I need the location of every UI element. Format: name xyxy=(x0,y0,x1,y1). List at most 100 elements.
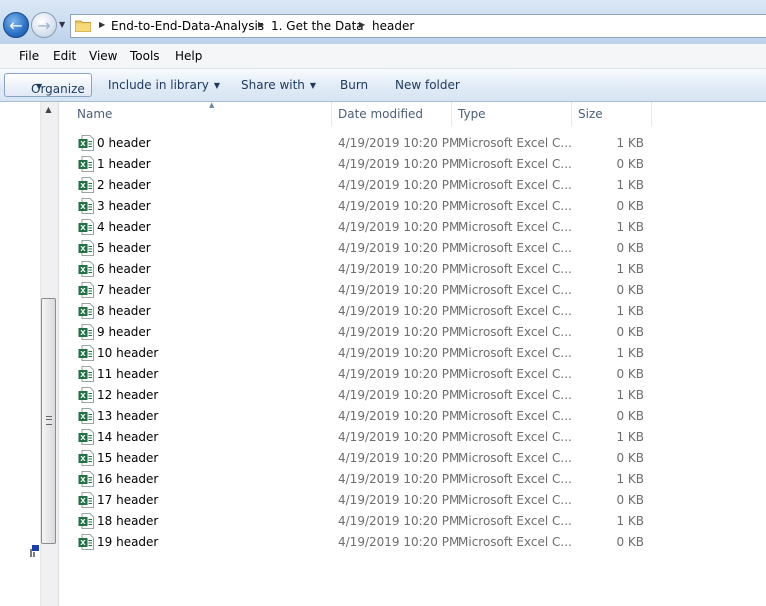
file-name[interactable]: 18 header xyxy=(97,514,158,528)
file-name[interactable]: 16 header xyxy=(97,472,158,486)
column-header-name[interactable]: ▲ Name xyxy=(71,101,332,126)
include-in-library-button[interactable]: Include in library ▼ xyxy=(108,78,220,92)
excel-csv-icon: X xyxy=(78,156,94,172)
chevron-right-icon[interactable]: ▶ xyxy=(258,20,264,29)
file-date-modified: 4/19/2019 10:20 PM xyxy=(338,514,460,528)
file-name[interactable]: 15 header xyxy=(97,451,158,465)
table-row[interactable]: X 12 header 4/19/2019 10:20 PM Microsoft Ex… xyxy=(59,385,766,406)
file-name[interactable]: 5 header xyxy=(97,241,151,255)
menu-bar: File Edit View Tools Help xyxy=(0,44,766,69)
svg-text:X: X xyxy=(80,245,86,253)
file-size: 0 KB xyxy=(616,325,644,339)
file-size: 0 KB xyxy=(616,409,644,423)
chevron-right-icon[interactable]: ▶ xyxy=(359,20,365,29)
file-type: Microsoft Excel C... xyxy=(458,514,572,528)
file-type: Microsoft Excel C... xyxy=(458,283,572,297)
excel-csv-icon: X xyxy=(78,471,94,487)
excel-csv-icon: X xyxy=(78,408,94,424)
breadcrumb-item-project[interactable]: End-to-End-Data-Analysis xyxy=(111,19,264,33)
table-row[interactable]: X 1 header 4/19/2019 10:20 PM Microsoft Exc… xyxy=(59,154,766,175)
file-name[interactable]: 14 header xyxy=(97,430,158,444)
excel-csv-icon: X xyxy=(78,303,94,319)
scroll-up-arrow-icon[interactable]: ▲ xyxy=(42,104,55,116)
table-row[interactable]: X 2 header 4/19/2019 10:20 PM Microsoft Exc… xyxy=(59,175,766,196)
table-row[interactable]: X 7 header 4/19/2019 10:20 PM Microsoft Exc… xyxy=(59,280,766,301)
table-row[interactable]: X 3 header 4/19/2019 10:20 PM Microsoft Exc… xyxy=(59,196,766,217)
file-date-modified: 4/19/2019 10:20 PM xyxy=(338,220,460,234)
menu-help[interactable]: Help xyxy=(175,49,202,63)
nav-scrollbar-thumb[interactable] xyxy=(41,298,56,544)
table-row[interactable]: X 5 header 4/19/2019 10:20 PM Microsoft Exc… xyxy=(59,238,766,259)
menu-view[interactable]: View xyxy=(89,49,117,63)
share-with-button[interactable]: Share with ▼ xyxy=(241,78,316,92)
table-row[interactable]: X 9 header 4/19/2019 10:20 PM Microsoft Exc… xyxy=(59,322,766,343)
back-button[interactable]: ← xyxy=(3,12,29,38)
file-size: 1 KB xyxy=(616,472,644,486)
new-folder-button[interactable]: New folder xyxy=(395,78,460,92)
folder-icon xyxy=(75,20,91,32)
file-size: 0 KB xyxy=(616,451,644,465)
file-type: Microsoft Excel C... xyxy=(458,388,572,402)
breadcrumb-item-get-data[interactable]: 1. Get the Data xyxy=(271,19,364,33)
file-type: Microsoft Excel C... xyxy=(458,409,572,423)
table-row[interactable]: X 13 header 4/19/2019 10:20 PM Microsoft Ex… xyxy=(59,406,766,427)
file-name[interactable]: 2 header xyxy=(97,178,151,192)
column-header-type[interactable]: Type xyxy=(452,102,572,126)
table-row[interactable]: X 4 header 4/19/2019 10:20 PM Microsoft Exc… xyxy=(59,217,766,238)
menu-edit[interactable]: Edit xyxy=(53,49,76,63)
excel-csv-icon: X xyxy=(78,219,94,235)
file-name[interactable]: 10 header xyxy=(97,346,158,360)
file-date-modified: 4/19/2019 10:20 PM xyxy=(338,199,460,213)
file-name[interactable]: 3 header xyxy=(97,199,151,213)
column-header-date[interactable]: Date modified xyxy=(332,102,452,126)
chevron-right-icon[interactable]: ▶ xyxy=(99,20,105,29)
table-row[interactable]: X 18 header 4/19/2019 10:20 PM Microsoft Ex… xyxy=(59,511,766,532)
file-name[interactable]: 12 header xyxy=(97,388,158,402)
file-name[interactable]: 7 header xyxy=(97,283,151,297)
table-row[interactable]: X 17 header 4/19/2019 10:20 PM Microsoft Ex… xyxy=(59,490,766,511)
menu-tools[interactable]: Tools xyxy=(130,49,160,63)
file-name[interactable]: 17 header xyxy=(97,493,158,507)
file-name[interactable]: 13 header xyxy=(97,409,158,423)
menu-file[interactable]: File xyxy=(19,49,39,63)
excel-csv-icon: X xyxy=(78,261,94,277)
table-row[interactable]: X 0 header 4/19/2019 10:20 PM Microsoft Exc… xyxy=(59,133,766,154)
excel-csv-icon: X xyxy=(78,345,94,361)
table-row[interactable]: X 16 header 4/19/2019 10:20 PM Microsoft Ex… xyxy=(59,469,766,490)
excel-csv-icon: X xyxy=(78,177,94,193)
breadcrumb-item-header[interactable]: header xyxy=(372,19,414,33)
forward-button[interactable]: → xyxy=(31,12,57,38)
file-name[interactable]: 4 header xyxy=(97,220,151,234)
recent-pages-dropdown[interactable]: ▼ xyxy=(59,20,65,29)
svg-text:X: X xyxy=(80,287,86,295)
file-name[interactable]: 1 header xyxy=(97,157,151,171)
table-row[interactable]: X 14 header 4/19/2019 10:20 PM Microsoft Ex… xyxy=(59,427,766,448)
svg-text:X: X xyxy=(80,203,86,211)
table-row[interactable]: X 6 header 4/19/2019 10:20 PM Microsoft Exc… xyxy=(59,259,766,280)
file-size: 0 KB xyxy=(616,535,644,549)
file-name[interactable]: 0 header xyxy=(97,136,151,150)
file-name[interactable]: 8 header xyxy=(97,304,151,318)
table-row[interactable]: X 11 header 4/19/2019 10:20 PM Microsoft Ex… xyxy=(59,364,766,385)
file-date-modified: 4/19/2019 10:20 PM xyxy=(338,535,460,549)
file-name[interactable]: 6 header xyxy=(97,262,151,276)
burn-button[interactable]: Burn xyxy=(340,78,368,92)
table-row[interactable]: X 19 header 4/19/2019 10:20 PM Microsoft Ex… xyxy=(59,532,766,553)
column-header-size[interactable]: Size xyxy=(572,102,652,126)
table-row[interactable]: X 8 header 4/19/2019 10:20 PM Microsoft Exc… xyxy=(59,301,766,322)
file-type: Microsoft Excel C... xyxy=(458,472,572,486)
svg-text:X: X xyxy=(80,140,86,148)
svg-text:X: X xyxy=(80,518,86,526)
breadcrumb[interactable]: ▶ End-to-End-Data-Analysis ▶ 1. Get the … xyxy=(70,14,766,38)
file-type: Microsoft Excel C... xyxy=(458,157,572,171)
svg-text:X: X xyxy=(80,329,86,337)
back-arrow-icon: ← xyxy=(9,16,23,35)
file-name[interactable]: 11 header xyxy=(97,367,158,381)
file-name[interactable]: 9 header xyxy=(97,325,151,339)
file-type: Microsoft Excel C... xyxy=(458,325,572,339)
excel-csv-icon: X xyxy=(78,324,94,340)
file-name[interactable]: 19 header xyxy=(97,535,158,549)
table-row[interactable]: X 15 header 4/19/2019 10:20 PM Microsoft Ex… xyxy=(59,448,766,469)
organize-button[interactable]: Organize ▼ xyxy=(4,73,92,97)
table-row[interactable]: X 10 header 4/19/2019 10:20 PM Microsoft Ex… xyxy=(59,343,766,364)
